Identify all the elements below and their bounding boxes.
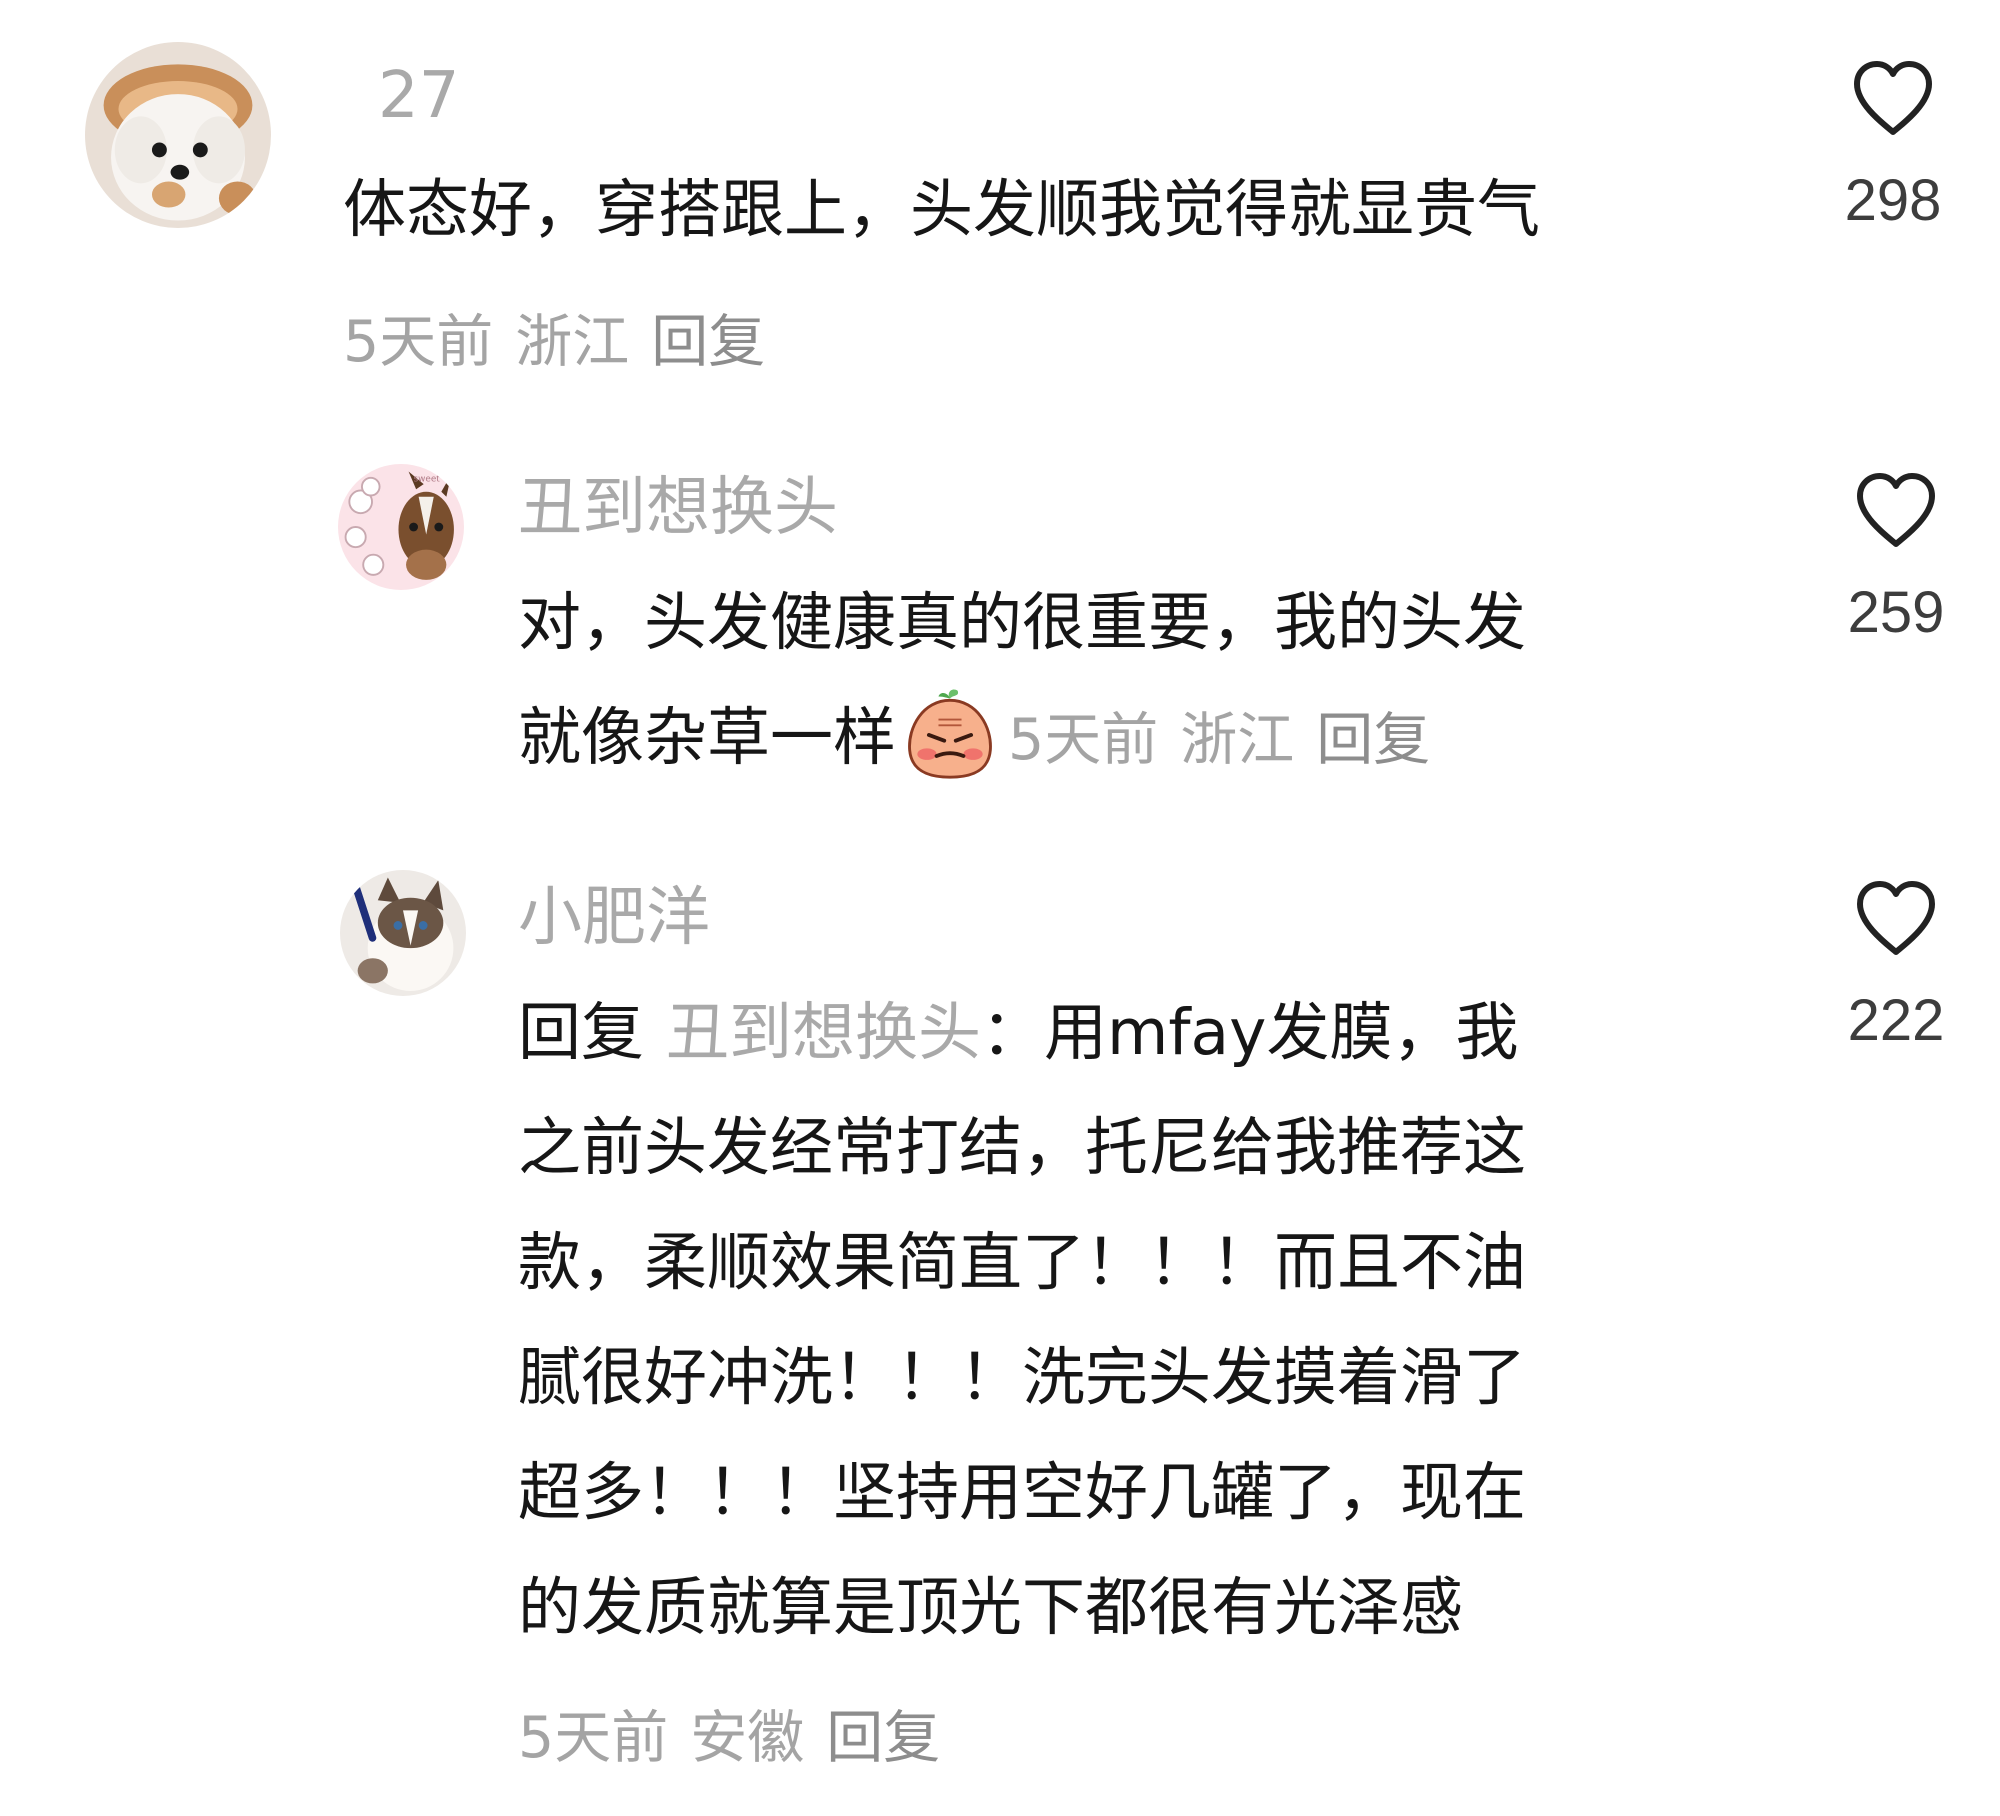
reply-target-username[interactable]: 丑到想换头 <box>666 996 981 1069</box>
comment-text-line: 款，柔顺效果简直了！！！而且不油 <box>518 1226 1526 1299</box>
comment-text-line: ：用mfay发膜，我 <box>981 996 1519 1069</box>
comment-text-line: 之前头发经常打结，托尼给我推荐这 <box>518 1111 1526 1184</box>
comment-location: 安徽 <box>690 1705 805 1771</box>
comment-text-line: 超多！！！坚持用空好几罐了，现在 <box>518 1456 1526 1529</box>
username[interactable]: 小肥洋 <box>518 878 710 958</box>
comment-meta: 5天前 安徽 回复 <box>518 1692 940 1774</box>
comment-text-line: 的发质就算是顶光下都很有光泽感 <box>518 1571 1463 1644</box>
comment-text: 回复 丑到想换头：用mfay发膜，我 之前头发经常打结，托尼给我推荐这 款，柔顺效… <box>518 975 1818 1665</box>
ragdoll-cat-avatar-icon <box>340 870 466 996</box>
comment-time: 5天前 <box>518 1705 669 1771</box>
like-button[interactable]: 222 <box>1816 878 1976 1056</box>
comment-text-line: 腻很好冲洗！！！洗完头发摸着滑了 <box>518 1341 1526 1414</box>
avatar[interactable] <box>340 870 466 996</box>
reply-prefix: 回复 <box>518 996 644 1069</box>
reply-button[interactable]: 回复 <box>826 1705 940 1771</box>
reply-comment-item: 小肥洋 回复 丑到想换头：用mfay发膜，我 之前头发经常打结，托尼给我推荐这 款… <box>0 0 2000 1816</box>
like-count: 222 <box>1847 988 1945 1053</box>
heart-icon <box>1857 881 1935 955</box>
comment-text-first-line: 回复 丑到想换头：用mfay发膜，我 <box>518 975 1818 1090</box>
